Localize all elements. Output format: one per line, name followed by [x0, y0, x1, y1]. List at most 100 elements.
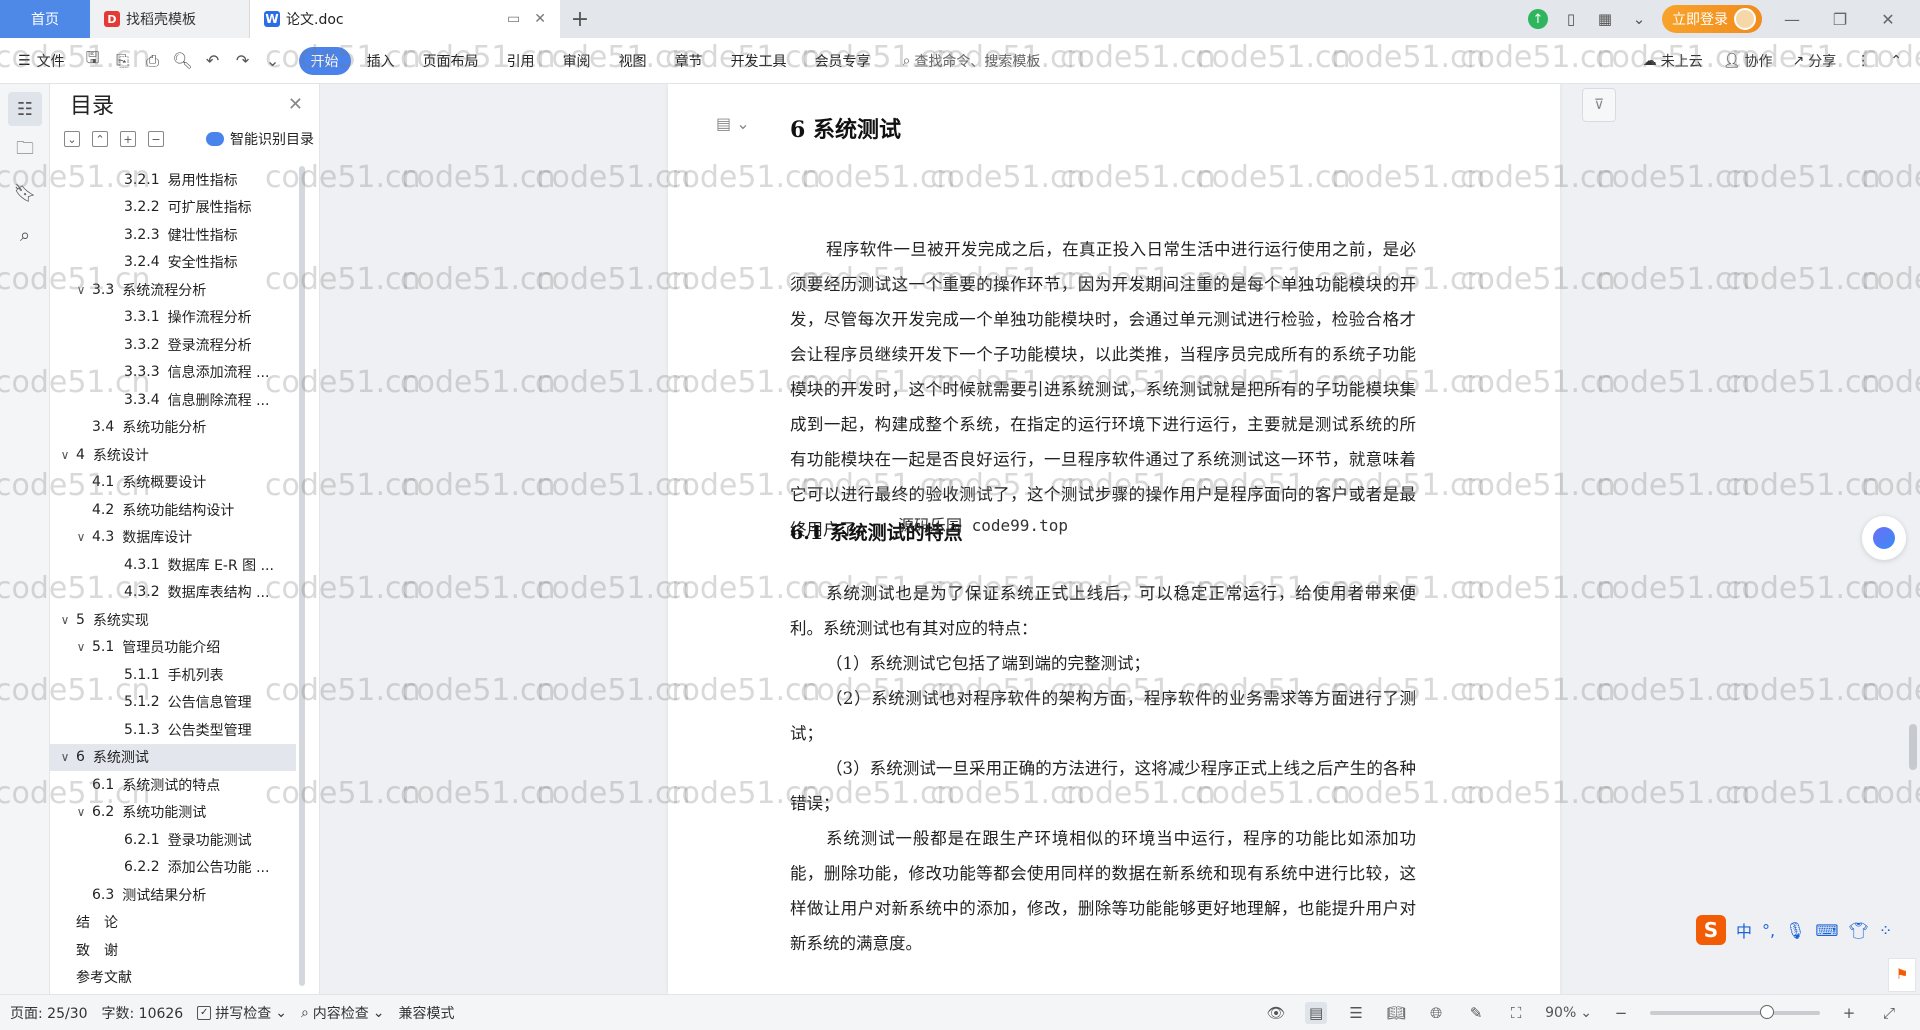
- tab-7[interactable]: 开发工具: [719, 47, 799, 75]
- toc-item[interactable]: 4.1 系统概要设计: [50, 469, 296, 497]
- toc-item[interactable]: 3.3.1 操作流程分析: [50, 304, 296, 332]
- bookmark-icon[interactable]: 🔖︎: [8, 176, 42, 210]
- tab-0[interactable]: 开始: [298, 46, 351, 75]
- toc-item[interactable]: ∨ 5.1 管理员功能介绍: [50, 634, 296, 662]
- toc-item[interactable]: 6.3 测试结果分析: [50, 881, 296, 909]
- toc-item[interactable]: 6.2.2 添加公告功能 ...: [50, 854, 296, 882]
- tab-home[interactable]: 首页: [0, 0, 90, 38]
- smart-toc-button[interactable]: 智能识别目录: [206, 129, 314, 149]
- toc-item[interactable]: ∨ 4.3 数据库设计: [50, 524, 296, 552]
- tab-document[interactable]: W 论文.doc ▭ ✕: [250, 0, 560, 38]
- toc-item[interactable]: 5.1.3 公告类型管理: [50, 716, 296, 744]
- file-menu[interactable]: ☰ 文件: [18, 51, 65, 71]
- toc-item[interactable]: 6.1 系统测试的特点: [50, 771, 296, 799]
- chevron-down-icon[interactable]: ∨: [58, 613, 72, 627]
- float-window-icon[interactable]: ▭: [507, 11, 520, 27]
- ai-assistant-button[interactable]: [1862, 516, 1906, 560]
- save-icon[interactable]: 🖫: [81, 48, 105, 73]
- spell-check[interactable]: ✓ 拼写检查 ⌄: [197, 1003, 287, 1023]
- toc-item[interactable]: 3.3.3 信息添加流程 ...: [50, 359, 296, 387]
- toc-item[interactable]: 3.3.2 登录流程分析: [50, 331, 296, 359]
- toc-item[interactable]: 参考文献: [50, 964, 296, 992]
- close-tab-icon[interactable]: ✕: [534, 11, 546, 27]
- page-view-icon[interactable]: ▤: [1305, 1001, 1328, 1024]
- restore-icon[interactable]: ❐: [1822, 10, 1858, 29]
- collab-button[interactable]: 👤︎ 协作: [1723, 51, 1773, 71]
- page-indicator[interactable]: 页面: 25/30: [10, 1003, 88, 1023]
- tab-5[interactable]: 视图: [607, 47, 659, 75]
- toc-scrollbar[interactable]: [297, 166, 307, 992]
- minimize-icon[interactable]: —: [1774, 10, 1810, 29]
- preview-icon[interactable]: 🔍︎: [171, 49, 195, 73]
- toc-item[interactable]: 4.3.1 数据库 E-R 图 ...: [50, 551, 296, 579]
- expand-all-icon[interactable]: ⌃: [92, 131, 108, 147]
- toc-item[interactable]: ∨ 5 系统实现: [50, 606, 296, 634]
- zoom-out-icon[interactable]: −: [1610, 1002, 1632, 1024]
- chevron-down-icon[interactable]: ∨: [58, 750, 72, 764]
- chevron-down-icon[interactable]: ⌄: [261, 49, 285, 73]
- layout-icon[interactable]: ▯: [1560, 8, 1582, 30]
- undo-icon[interactable]: ↶: [201, 49, 225, 73]
- print-icon[interactable]: ⎙: [141, 49, 165, 73]
- zoom-slider-knob[interactable]: [1760, 1004, 1774, 1019]
- zoom-slider[interactable]: [1650, 1004, 1820, 1019]
- tab-1[interactable]: 插入: [355, 47, 407, 75]
- tab-template[interactable]: D 找稻壳模板: [90, 0, 250, 38]
- toc-item[interactable]: 3.2.4 安全性指标: [50, 249, 296, 277]
- export-icon[interactable]: ⎘: [111, 49, 135, 73]
- fullscreen-icon[interactable]: ⤢: [1878, 1002, 1900, 1024]
- chevron-down-icon[interactable]: ∨: [74, 283, 88, 297]
- chevron-down-icon[interactable]: ∨: [58, 448, 72, 462]
- cloud-status[interactable]: ☁ 未上云: [1643, 51, 1703, 71]
- chevron-down-icon[interactable]: ∨: [74, 640, 88, 654]
- toc-item[interactable]: ∨ 6.2 系统功能测试: [50, 799, 296, 827]
- content-check[interactable]: ⌕ 内容检查 ⌄: [301, 1003, 385, 1023]
- side-panel-toggle[interactable]: ⊽: [1582, 88, 1616, 122]
- word-count[interactable]: 字数: 10626: [102, 1003, 184, 1023]
- toc-item[interactable]: 致 谢: [50, 936, 296, 964]
- tab-4[interactable]: 审阅: [551, 47, 603, 75]
- folder-icon[interactable]: 🗀: [8, 134, 42, 168]
- toc-icon[interactable]: ☷: [8, 92, 42, 126]
- fit-page-icon[interactable]: ⛶: [1505, 1002, 1527, 1024]
- close-window-icon[interactable]: ✕: [1870, 10, 1906, 29]
- toc-item[interactable]: 4.3.2 数据库表结构 ...: [50, 579, 296, 607]
- add-heading-icon[interactable]: +: [120, 131, 136, 147]
- login-button[interactable]: 立即登录: [1662, 5, 1762, 33]
- document-scrollbar[interactable]: [1906, 84, 1920, 994]
- pen-icon[interactable]: ✎: [1465, 1002, 1487, 1024]
- upgrade-icon[interactable]: ↑: [1528, 9, 1548, 29]
- redo-icon[interactable]: ↷: [231, 49, 255, 73]
- chevron-down-icon[interactable]: ∨: [74, 530, 88, 544]
- new-tab-button[interactable]: +: [560, 0, 600, 38]
- toc-item[interactable]: 结 论: [50, 909, 296, 937]
- zoom-in-icon[interactable]: +: [1838, 1002, 1860, 1024]
- more-icon[interactable]: ⋮: [1856, 53, 1870, 69]
- document-page[interactable]: ▤ ⌄ 6 系统测试 程序软件一旦被开发完成之后，在真正投入日常生活中进行运行使…: [668, 84, 1560, 994]
- feedback-icon[interactable]: ⚑: [1888, 958, 1916, 992]
- eye-protect-icon[interactable]: 👁︎: [1265, 1002, 1287, 1024]
- toc-item[interactable]: 3.2.2 可扩展性指标: [50, 194, 296, 222]
- tab-6[interactable]: 章节: [663, 47, 715, 75]
- command-search[interactable]: ⌕ 查找命令、搜索模板: [903, 51, 1041, 71]
- zoom-level[interactable]: 90% ⌄: [1545, 1005, 1592, 1021]
- outline-view-icon[interactable]: ☰: [1345, 1002, 1367, 1024]
- close-icon[interactable]: ✕: [288, 94, 303, 115]
- toc-item[interactable]: 5.1.1 手机列表: [50, 661, 296, 689]
- collapse-ribbon-icon[interactable]: ⌃: [1890, 53, 1902, 69]
- toc-item[interactable]: 4.2 系统功能结构设计: [50, 496, 296, 524]
- toc-item[interactable]: 5.1.2 公告信息管理: [50, 689, 296, 717]
- apps-grid-icon[interactable]: ▦: [1594, 8, 1616, 30]
- tab-3[interactable]: 引用: [495, 47, 547, 75]
- remove-heading-icon[interactable]: −: [148, 131, 164, 147]
- chevron-down-icon[interactable]: ∨: [74, 805, 88, 819]
- tab-2[interactable]: 页面布局: [411, 47, 491, 75]
- web-view-icon[interactable]: 🌐︎: [1425, 1002, 1447, 1024]
- toc-item[interactable]: ∨ 3.3 系统流程分析: [50, 276, 296, 304]
- toc-item[interactable]: 3.3.4 信息删除流程 ...: [50, 386, 296, 414]
- toc-item[interactable]: ∨ 6 系统测试: [50, 743, 296, 771]
- toc-item[interactable]: 3.2.3 健壮性指标: [50, 221, 296, 249]
- page-menu-icon[interactable]: ▤ ⌄: [716, 114, 750, 133]
- share-button[interactable]: ↗ 分享: [1793, 51, 1837, 71]
- dropdown-icon[interactable]: ⌄: [1628, 8, 1650, 30]
